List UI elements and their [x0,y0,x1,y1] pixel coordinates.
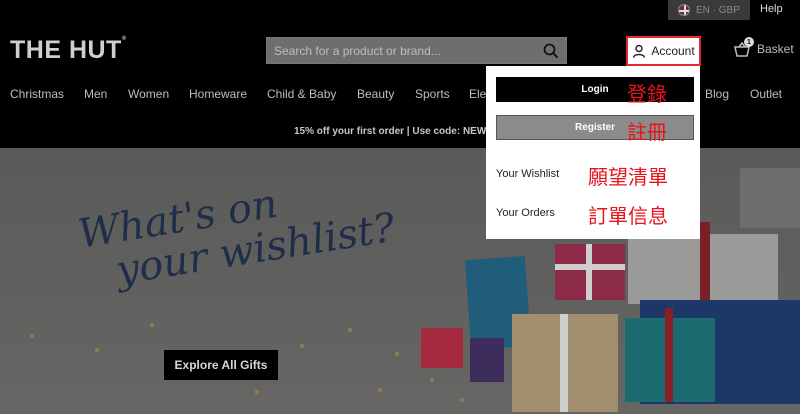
confetti [395,352,399,356]
gift-box-red [421,328,463,368]
account-button[interactable]: Account [626,36,701,66]
gift-ribbon [555,264,625,270]
account-label: Account [651,44,695,58]
confetti [460,398,464,402]
login-annotation: 登錄 [627,82,667,106]
search-input[interactable] [267,38,536,63]
gift-ribbon [665,308,673,402]
help-link[interactable]: Help [760,3,783,15]
promo-text: 15% off your first order | Use code: NEW [294,126,487,137]
basket-link[interactable]: 1 Basket [733,37,794,57]
confetti [430,378,434,382]
gift-ribbon [700,222,710,304]
registered-mark: ® [121,36,127,42]
search-button[interactable] [536,38,566,63]
nav-item-homeware[interactable]: Homeware [189,87,247,101]
nav-item-christmas[interactable]: Christmas [10,87,64,101]
nav-item-electronics[interactable]: Ele [469,87,486,101]
hero-title: What's on your wishlist? [65,165,398,299]
confetti [30,334,34,338]
gift-ribbon [560,314,568,412]
nav-item-beauty[interactable]: Beauty [357,87,394,101]
your-wishlist-link[interactable]: Your Wishlist [496,168,559,180]
basket-count-badge: 1 [744,37,754,47]
search-bar [266,37,567,64]
nav-item-outlet[interactable]: Outlet [750,87,782,101]
explore-all-gifts-button[interactable]: Explore All Gifts [164,350,278,380]
wishlist-annotation: 願望清單 [588,165,668,189]
confetti [255,390,259,394]
orders-annotation: 訂單信息 [588,204,668,228]
confetti [95,348,99,352]
search-icon [543,43,559,58]
confetti [300,344,304,348]
your-orders-link[interactable]: Your Orders [496,207,555,219]
gift-box-grey [740,168,800,228]
gift-ribbon [586,244,592,300]
locale-selector[interactable]: EN · GBP [668,0,750,20]
nav-item-sports[interactable]: Sports [415,87,450,101]
user-icon [633,44,646,58]
nav-item-women[interactable]: Women [128,87,169,101]
gift-box-purple [470,338,504,382]
confetti [348,328,352,332]
confetti [378,388,382,392]
top-utility-bar: EN · GBP Help [0,0,800,22]
site-logo[interactable]: THE HUT® [10,36,127,65]
register-annotation: 註冊 [627,120,667,144]
uk-flag-icon [678,4,690,16]
nav-item-child-baby[interactable]: Child & Baby [267,87,336,101]
locale-label: EN · GBP [696,4,740,16]
confetti [150,323,154,327]
account-dropdown-menu: Login 登錄 Register 註冊 Your Wishlist 願望清單 … [486,66,700,239]
nav-item-men[interactable]: Men [84,87,107,101]
basket-label: Basket [757,42,794,56]
nav-item-blog[interactable]: Blog [705,87,729,101]
